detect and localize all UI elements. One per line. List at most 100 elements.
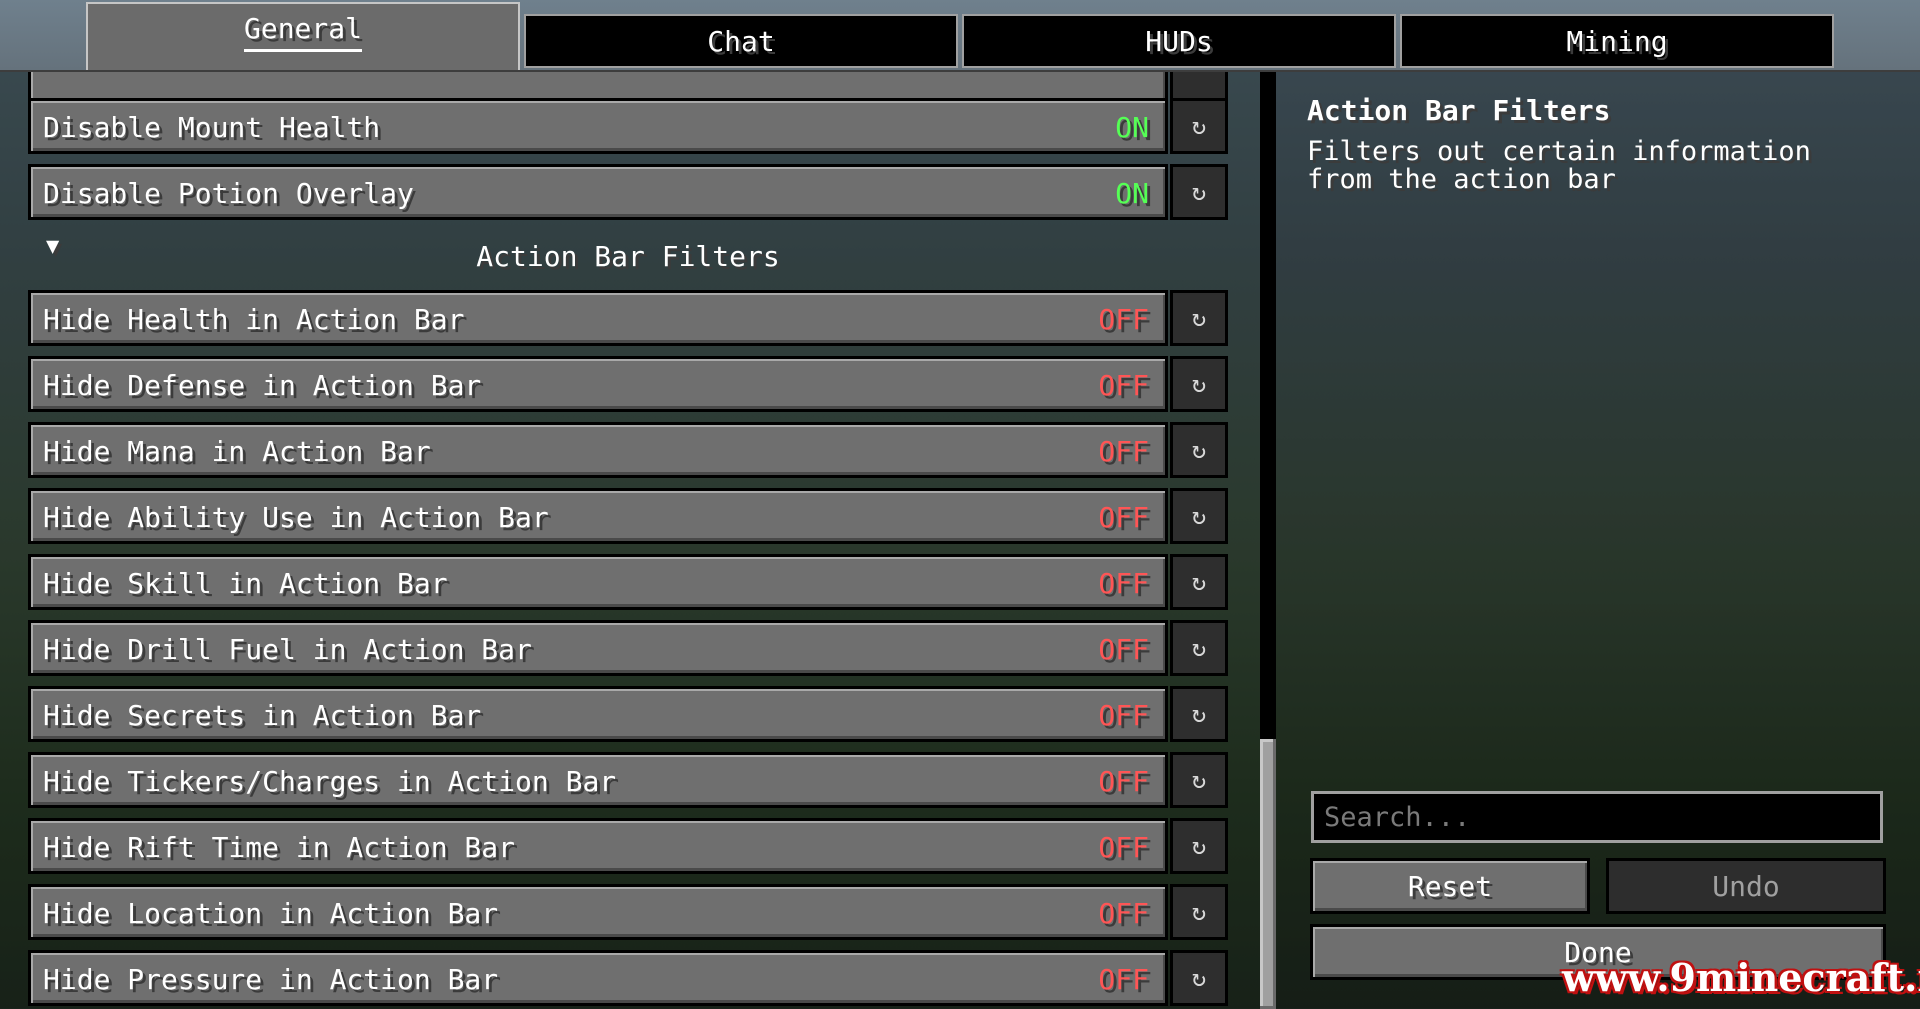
reset-option-button[interactable]: ↻ [1170,818,1228,874]
description-panel: Action Bar Filters Filters out certain i… [1276,72,1920,1009]
option-toggle-hide-secrets[interactable]: Hide Secrets in Action Bar OFF [28,686,1168,742]
tab-bar: General Chat HUDs Mining [0,0,1920,72]
option-row-hide-location: Hide Location in Action Bar OFF ↻ [28,884,1228,940]
reset-option-button[interactable]: ↻ [1170,752,1228,808]
option-toggle-hide-pressure[interactable]: Hide Pressure in Action Bar OFF [28,950,1168,1006]
reset-option-button[interactable]: ↻ [1170,488,1228,544]
option-toggle-disable-mount-health[interactable]: Disable Mount Health ON [28,98,1168,154]
reset-option-button[interactable]: ↻ [1170,422,1228,478]
option-value: OFF [1098,765,1149,798]
option-value: OFF [1098,897,1149,930]
option-toggle-hide-mana[interactable]: Hide Mana in Action Bar OFF [28,422,1168,478]
panel-description: Filters out certain information from the… [1307,136,1811,195]
tab-general[interactable]: General [86,2,520,70]
option-value: OFF [1098,303,1149,336]
watermark-logo: www.9minecraft.net [1562,955,1920,1000]
option-value: ON [1115,111,1149,144]
tab-label: HUDs [1145,24,1213,58]
reset-option-button[interactable]: ↻ [1170,290,1228,346]
reset-button[interactable]: Reset [1310,858,1590,914]
option-label: Hide Skill in Action Bar [43,567,448,600]
option-toggle-hide-drill-fuel[interactable]: Hide Drill Fuel in Action Bar OFF [28,620,1168,676]
reset-option-button[interactable]: ↻ [1170,620,1228,676]
reset-icon: ↻ [1191,766,1207,794]
option-label: Hide Pressure in Action Bar [43,963,499,996]
option-label: Hide Location in Action Bar [43,897,499,930]
option-toggle-hide-tickers-charges[interactable]: Hide Tickers/Charges in Action Bar OFF [28,752,1168,808]
option-label: Hide Tickers/Charges in Action Bar [43,765,617,798]
option-row-hide-health: Hide Health in Action Bar OFF ↻ [28,290,1228,346]
option-value: OFF [1098,699,1149,732]
options-list: Disable Mount Health ON ↻ Disable Potion… [0,72,1260,1009]
option-row-hide-pressure: Hide Pressure in Action Bar OFF ↻ [28,950,1228,1006]
option-label: Hide Defense in Action Bar [43,369,482,402]
option-value: OFF [1098,369,1149,402]
option-row-hide-rift-time: Hide Rift Time in Action Bar OFF ↻ [28,818,1228,874]
scrollbar-thumb[interactable] [1260,739,1276,1009]
reset-option-button[interactable]: ↻ [1170,98,1228,154]
tab-mining[interactable]: Mining [1400,14,1834,68]
option-value: OFF [1098,435,1149,468]
tab-label: General [243,12,362,52]
reset-option-button[interactable]: ↻ [1170,356,1228,412]
undo-button-label: Undo [1712,869,1780,903]
option-label: Hide Mana in Action Bar [43,435,431,468]
option-row-hide-drill-fuel: Hide Drill Fuel in Action Bar OFF ↻ [28,620,1228,676]
option-value: OFF [1098,633,1149,666]
option-toggle-hide-rift-time[interactable]: Hide Rift Time in Action Bar OFF [28,818,1168,874]
reset-icon: ↻ [1191,370,1207,398]
reset-icon: ↻ [1191,112,1207,140]
reset-button-label: Reset [1407,869,1493,903]
tab-chat[interactable]: Chat [524,14,958,68]
option-value: OFF [1098,831,1149,864]
option-toggle-hide-ability-use[interactable]: Hide Ability Use in Action Bar OFF [28,488,1168,544]
option-row-hide-mana: Hide Mana in Action Bar OFF ↻ [28,422,1228,478]
option-toggle-hide-location[interactable]: Hide Location in Action Bar OFF [28,884,1168,940]
search-input[interactable] [1314,794,1880,840]
options-scrollbar[interactable] [1260,72,1276,1009]
option-toggle-hide-health[interactable]: Hide Health in Action Bar OFF [28,290,1168,346]
option-label: Disable Mount Health [43,111,381,144]
section-title: Action Bar Filters [476,240,780,273]
section-header-action-bar-filters[interactable]: ▼ Action Bar Filters [28,230,1228,280]
option-row-hide-defense: Hide Defense in Action Bar OFF ↻ [28,356,1228,412]
option-label: Hide Health in Action Bar [43,303,465,336]
option-value: OFF [1098,963,1149,996]
reset-icon: ↻ [1191,964,1207,992]
reset-option-button[interactable]: ↻ [1170,554,1228,610]
reset-icon: ↻ [1191,304,1207,332]
option-label: Hide Drill Fuel in Action Bar [43,633,532,666]
option-label: Hide Rift Time in Action Bar [43,831,516,864]
reset-icon: ↻ [1191,568,1207,596]
option-toggle-hide-defense[interactable]: Hide Defense in Action Bar OFF [28,356,1168,412]
option-label: Hide Secrets in Action Bar [43,699,482,732]
undo-button[interactable]: Undo [1606,858,1886,914]
reset-icon: ↻ [1191,832,1207,860]
option-row-disable-potion-overlay: Disable Potion Overlay ON ↻ [28,164,1228,220]
panel-title: Action Bar Filters [1307,94,1611,127]
reset-icon: ↻ [1191,700,1207,728]
option-toggle-hide-skill[interactable]: Hide Skill in Action Bar OFF [28,554,1168,610]
reset-icon: ↻ [1191,436,1207,464]
option-row-hide-skill: Hide Skill in Action Bar OFF ↻ [28,554,1228,610]
reset-icon: ↻ [1191,634,1207,662]
tab-label: Chat [707,24,775,58]
reset-option-button[interactable]: ↻ [1170,884,1228,940]
option-row-hide-secrets: Hide Secrets in Action Bar OFF ↻ [28,686,1228,742]
option-toggle-disable-potion-overlay[interactable]: Disable Potion Overlay ON [28,164,1168,220]
reset-option-button[interactable]: ↻ [1170,950,1228,1006]
reset-icon: ↻ [1191,898,1207,926]
reset-icon: ↻ [1191,178,1207,206]
reset-option-button[interactable]: ↻ [1170,164,1228,220]
option-row-hide-ability-use: Hide Ability Use in Action Bar OFF ↻ [28,488,1228,544]
option-label: Hide Ability Use in Action Bar [43,501,549,534]
option-value: OFF [1098,501,1149,534]
option-value: OFF [1098,567,1149,600]
option-row-disable-mount-health: Disable Mount Health ON ↻ [28,98,1228,154]
option-row-hide-tickers-charges: Hide Tickers/Charges in Action Bar OFF ↻ [28,752,1228,808]
search-field[interactable] [1311,791,1883,843]
option-label: Disable Potion Overlay [43,177,414,210]
reset-icon: ↻ [1191,502,1207,530]
reset-option-button[interactable]: ↻ [1170,686,1228,742]
tab-huds[interactable]: HUDs [962,14,1396,68]
